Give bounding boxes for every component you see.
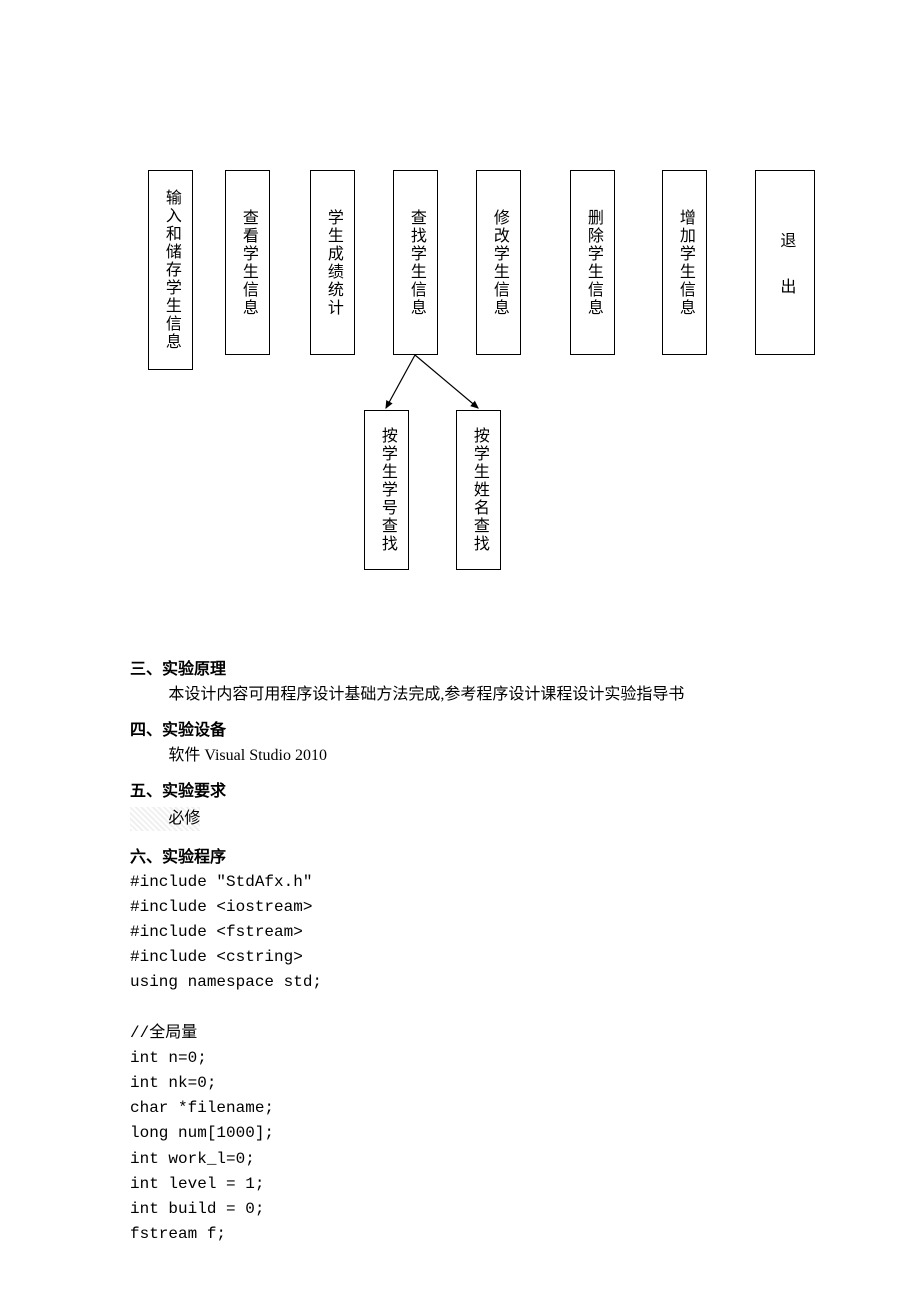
code-line: #include <iostream>: [130, 896, 790, 919]
box-label: 按学生姓名查找: [468, 427, 489, 553]
box-search-by-name: 按学生姓名查找: [456, 410, 501, 570]
code-block: #include "StdAfx.h"#include <iostream>#i…: [130, 871, 790, 1247]
code-line: long num[1000];: [130, 1122, 790, 1145]
para-5: 必修: [130, 807, 200, 830]
code-line: int work_l=0;: [130, 1148, 790, 1171]
code-line: int level = 1;: [130, 1173, 790, 1196]
code-line: using namespace std;: [130, 971, 790, 994]
box-label: 查看学生信息: [237, 209, 258, 317]
code-line: //全局量: [130, 1022, 790, 1045]
box-label: 输入和储存学生信息: [160, 189, 181, 351]
heading-4: 四、实验设备: [130, 716, 790, 740]
box-label: 增加学生信息: [674, 209, 695, 317]
heading-5: 五、实验要求: [130, 777, 790, 801]
box-search-by-id: 按学生学号查找: [364, 410, 409, 570]
box-label: 删除学生信息: [582, 209, 603, 317]
flow-diagram: 输入和储存学生信息 查看学生信息 学生成绩统计 查找学生信息 修改学生信息 删除…: [130, 170, 820, 595]
heading-3: 三、实验原理: [130, 655, 790, 679]
text-section: 三、实验原理 本设计内容可用程序设计基础方法完成,参考程序设计课程设计实验指导书…: [130, 655, 790, 1246]
box-delete: 删除学生信息: [570, 170, 615, 355]
para-3: 本设计内容可用程序设计基础方法完成,参考程序设计课程设计实验指导书: [168, 683, 790, 706]
box-add: 增加学生信息: [662, 170, 707, 355]
code-line: #include <cstring>: [130, 946, 790, 969]
code-line: char *filename;: [130, 1097, 790, 1120]
code-line: #include <fstream>: [130, 921, 790, 944]
box-label: 按学生学号查找: [376, 427, 397, 553]
box-stats: 学生成绩统计: [310, 170, 355, 355]
box-exit: 退出: [755, 170, 815, 355]
box-search: 查找学生信息: [393, 170, 438, 355]
code-line: #include "StdAfx.h": [130, 871, 790, 894]
box-label: 查找学生信息: [405, 209, 426, 317]
para-4: 软件 Visual Studio 2010: [168, 744, 790, 767]
code-line: int build = 0;: [130, 1198, 790, 1221]
box-label: 修改学生信息: [488, 209, 509, 317]
code-line: int nk=0;: [130, 1072, 790, 1095]
box-label: 退出: [775, 202, 796, 324]
code-line: [130, 997, 790, 1020]
code-line: fstream f;: [130, 1223, 790, 1246]
code-line: int n=0;: [130, 1047, 790, 1070]
heading-6: 六、实验程序: [130, 843, 790, 867]
box-modify: 修改学生信息: [476, 170, 521, 355]
box-input-store: 输入和储存学生信息: [148, 170, 193, 370]
box-view: 查看学生信息: [225, 170, 270, 355]
box-label: 学生成绩统计: [322, 209, 343, 317]
